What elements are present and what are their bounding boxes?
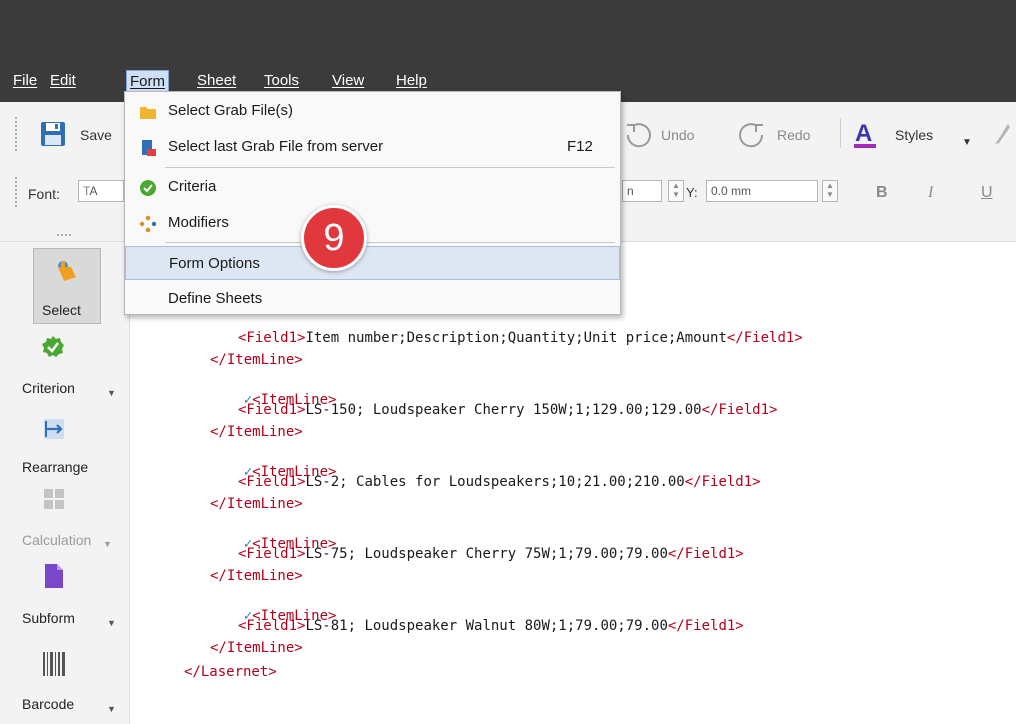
x-position-spinner[interactable]: ▲ ▼ — [668, 180, 684, 202]
y-label: Y: — [686, 185, 698, 200]
calculator-icon — [44, 489, 64, 509]
xml-line[interactable]: </ItemLine> — [210, 567, 303, 585]
barcode-icon — [43, 652, 65, 676]
select-tool-label: Select — [42, 302, 81, 318]
menu-item-form-options[interactable]: Form Options — [125, 246, 620, 280]
subform-tool[interactable]: Subform — [22, 610, 75, 626]
y-position-spinner[interactable]: ▲ ▼ — [822, 180, 838, 202]
menu-item-select-last-grab-file[interactable]: Select last Grab File from server F12 — [125, 130, 620, 164]
rearrange-icon — [44, 419, 64, 439]
subform-document-icon — [45, 564, 63, 588]
calculation-tool[interactable]: Calculation — [22, 532, 91, 548]
form-menu-dropdown: Select Grab File(s) Select last Grab Fil… — [124, 91, 621, 315]
rearrange-tool[interactable]: Rearrange — [22, 459, 88, 475]
xml-line[interactable]: </ItemLine> — [210, 495, 303, 513]
criterion-tool[interactable]: Criterion — [22, 380, 75, 396]
xml-line[interactable]: </ItemLine> — [210, 351, 303, 369]
menu-item-criteria[interactable]: Criteria — [125, 170, 620, 204]
toolbar-grip[interactable] — [14, 116, 18, 152]
subform-dropdown-caret[interactable]: ▼ — [107, 618, 116, 628]
menu-file[interactable]: File — [10, 70, 40, 94]
server-file-icon — [142, 140, 156, 156]
criterion-dropdown-caret[interactable]: ▼ — [107, 388, 116, 398]
undo-icon[interactable] — [624, 120, 654, 150]
xml-line[interactable]: <Field1>LS-81; Loudspeaker Walnut 80W;1;… — [238, 617, 744, 635]
barcode-tool[interactable]: Barcode — [22, 696, 74, 712]
toolbar-grip[interactable] — [14, 176, 18, 208]
styles-icon[interactable]: A — [852, 119, 878, 149]
redo-button[interactable]: Redo — [777, 127, 810, 143]
font-field[interactable]: TA — [78, 180, 124, 202]
xml-line[interactable]: <Field1>LS-2; Cables for Loudspeakers;10… — [238, 473, 761, 491]
title-bar — [0, 0, 1016, 60]
xml-line[interactable]: </ItemLine> — [210, 423, 303, 441]
xml-line[interactable]: <Field1>LS-150; Loudspeaker Cherry 150W;… — [238, 401, 777, 419]
y-position-field[interactable]: 0.0 mm — [706, 180, 818, 202]
brush-icon[interactable] — [990, 122, 1012, 148]
styles-button[interactable]: Styles — [895, 127, 933, 143]
x-position-field[interactable]: n — [622, 180, 662, 202]
xml-line[interactable]: </ItemLine> — [210, 639, 303, 657]
italic-button[interactable]: I — [928, 184, 933, 202]
menu-edit[interactable]: Edit — [47, 70, 79, 94]
save-icon[interactable] — [40, 121, 66, 147]
xml-line[interactable]: <Field1>Item number;Description;Quantity… — [238, 329, 803, 347]
menu-separator — [165, 167, 615, 168]
underline-button[interactable]: U — [981, 184, 993, 202]
step-number-badge: 9 — [301, 205, 367, 271]
xml-line[interactable]: </Lasernet> — [184, 663, 277, 681]
criterion-check-icon — [42, 336, 64, 357]
folder-icon — [140, 107, 156, 119]
barcode-dropdown-caret[interactable]: ▼ — [107, 704, 116, 714]
panel-grip[interactable] — [56, 233, 72, 237]
menu-item-select-grab-files[interactable]: Select Grab File(s) — [125, 94, 620, 128]
modifiers-icon — [139, 215, 157, 233]
menu-separator — [165, 242, 615, 243]
shortcut-label: F12 — [567, 138, 593, 155]
criteria-check-icon — [140, 180, 156, 196]
xml-line[interactable]: <Field1>LS-75; Loudspeaker Cherry 75W;1;… — [238, 545, 744, 563]
calculation-dropdown-caret[interactable]: ▼ — [103, 539, 112, 549]
bold-button[interactable]: B — [876, 184, 888, 202]
undo-button[interactable]: Undo — [661, 127, 694, 143]
menu-item-define-sheets[interactable]: Define Sheets — [125, 282, 620, 316]
save-button[interactable]: Save — [80, 127, 112, 143]
menu-item-modifiers[interactable]: Modifiers — [125, 206, 620, 240]
svg-text:A: A — [855, 120, 872, 147]
styles-dropdown-caret[interactable]: ▼ — [962, 137, 972, 148]
redo-icon[interactable] — [736, 120, 766, 150]
toolbar-separator — [840, 118, 841, 148]
font-label: Font: — [28, 186, 60, 202]
hand-pointer-icon — [58, 261, 76, 281]
